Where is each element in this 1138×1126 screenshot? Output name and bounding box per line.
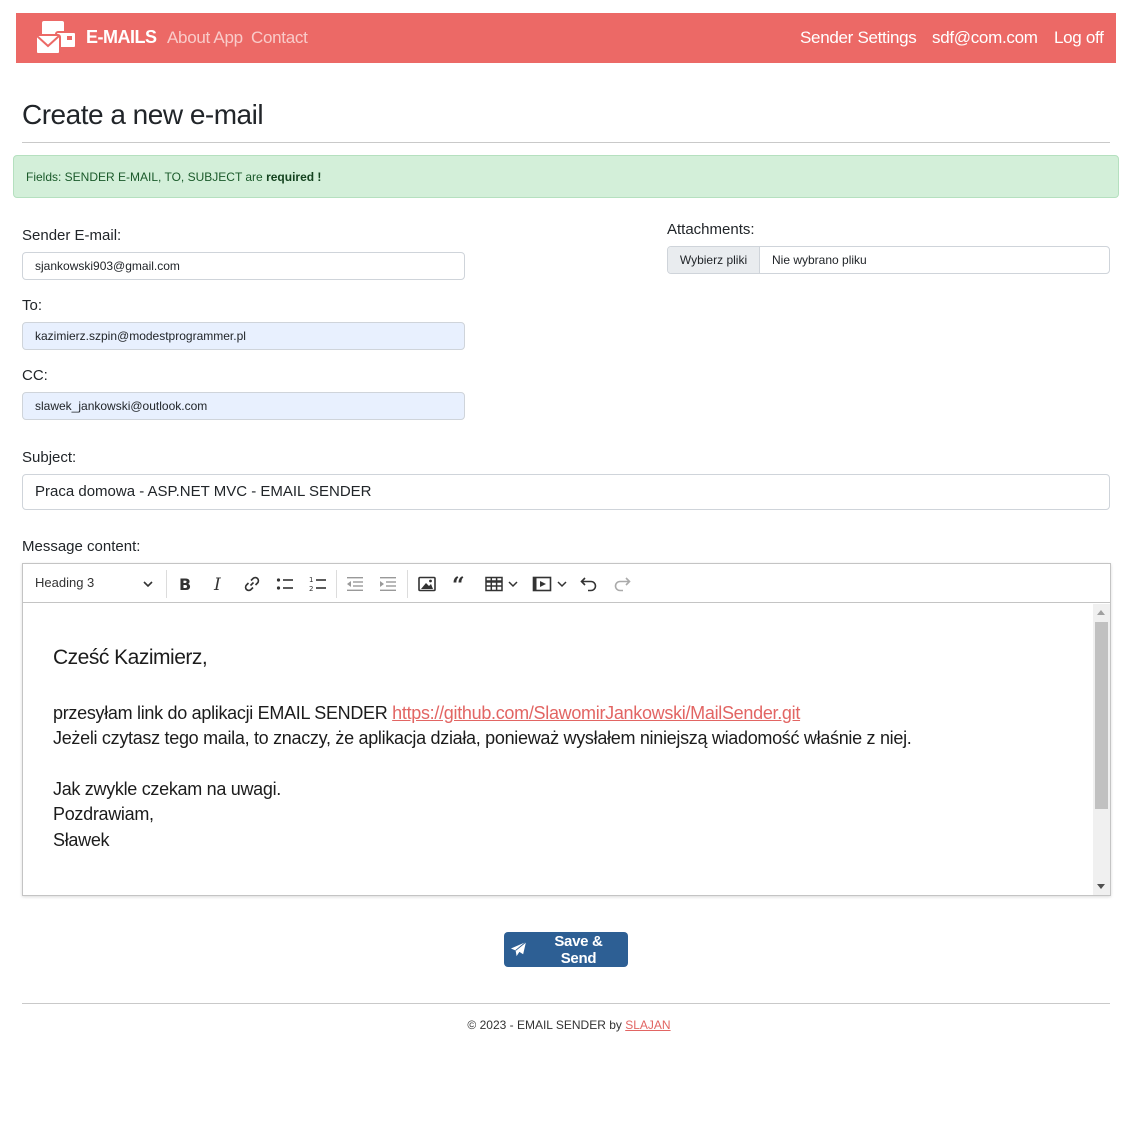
outdent-icon[interactable] <box>345 574 365 594</box>
media-dropdown-icon[interactable] <box>555 574 569 594</box>
footer-divider <box>22 1003 1110 1004</box>
redo-icon[interactable] <box>612 574 632 594</box>
toolbar-separator <box>336 570 337 598</box>
scroll-down-icon[interactable] <box>1097 884 1105 889</box>
editor-content[interactable]: Cześć Kazimierz, przesyłam link do aplik… <box>23 604 1093 895</box>
to-input[interactable]: kazimierz.szpin@modestprogrammer.pl <box>22 322 465 350</box>
footer: © 2023 - EMAIL SENDER by SLAJAN <box>0 1018 1138 1032</box>
title-divider <box>22 142 1110 143</box>
nav-about-app[interactable]: About App <box>167 28 243 48</box>
toolbar-separator <box>166 570 167 598</box>
scroll-thumb[interactable] <box>1095 622 1108 809</box>
nav-user-email[interactable]: sdf@com.com <box>932 28 1038 48</box>
numbered-list-icon[interactable]: 12 <box>308 574 328 594</box>
brand-name[interactable]: E-MAILS <box>86 27 157 48</box>
image-icon[interactable] <box>417 574 437 594</box>
alert-text: Fields: SENDER E-MAIL, TO, SUBJECT are <box>26 170 263 184</box>
blockquote-icon[interactable]: “ <box>451 573 471 599</box>
message-line-1: przesyłam link do aplikacji EMAIL SENDER… <box>53 703 800 724</box>
required-fields-alert: Fields: SENDER E-MAIL, TO, SUBJECT are r… <box>13 155 1119 198</box>
message-line-4: Pozdrawiam, <box>53 804 154 824</box>
scroll-up-icon[interactable] <box>1097 610 1105 615</box>
table-dropdown-icon[interactable] <box>506 574 520 594</box>
svg-text:I: I <box>213 575 221 594</box>
footer-text: © 2023 - EMAIL SENDER by <box>467 1018 626 1032</box>
italic-icon[interactable]: I <box>208 574 228 595</box>
sender-email-label: Sender E-mail: <box>22 227 122 244</box>
cc-label: CC: <box>22 367 48 384</box>
svg-text:“: “ <box>452 574 465 594</box>
attachments-label: Attachments: <box>667 221 755 238</box>
subject-label: Subject: <box>22 449 77 466</box>
save-and-send-button[interactable]: Save & Send <box>504 932 628 967</box>
sender-email-input[interactable]: sjankowski903@gmail.com <box>22 252 465 280</box>
editor-scrollbar[interactable] <box>1093 604 1110 895</box>
editor-toolbar: Heading 3 B I 12 “ <box>23 564 1110 603</box>
repo-link[interactable]: https://github.com/SlawomirJankowski/Mai… <box>392 703 800 723</box>
message-line-5: Sławek <box>53 830 110 850</box>
to-label: To: <box>22 297 43 314</box>
envelopes-icon[interactable] <box>35 20 78 56</box>
attachments-file-input[interactable]: Wybierz pliki Nie wybrano pliku <box>667 246 1110 274</box>
footer-author-link[interactable]: SLAJAN <box>625 1018 670 1032</box>
svg-text:B: B <box>179 575 191 594</box>
toolbar-separator <box>407 570 408 598</box>
indent-icon[interactable] <box>378 574 398 594</box>
message-content-label: Message content: <box>22 538 141 555</box>
page-title: Create a new e-mail <box>22 99 264 130</box>
undo-icon[interactable] <box>579 574 599 594</box>
nav-sender-settings[interactable]: Sender Settings <box>800 28 917 48</box>
save-and-send-label: Save & Send <box>554 932 603 967</box>
message-line-1-text: przesyłam link do aplikacji EMAIL SENDER <box>53 703 393 723</box>
message-line-3: Jak zwykle czekam na uwagi. <box>53 779 281 799</box>
table-icon[interactable] <box>484 574 504 594</box>
link-icon[interactable] <box>242 574 262 594</box>
svg-text:1: 1 <box>309 576 313 584</box>
subject-input[interactable]: Praca domowa - ASP.NET MVC - EMAIL SENDE… <box>22 474 1110 510</box>
media-icon[interactable] <box>532 574 552 594</box>
heading-select[interactable]: Heading 3 <box>35 575 94 590</box>
alert-strong: required ! <box>266 170 322 184</box>
navbar: E-MAILS About App Contact Sender Setting… <box>16 13 1116 63</box>
svg-text:2: 2 <box>309 585 313 593</box>
file-status: Nie wybrano pliku <box>772 253 867 267</box>
cc-input[interactable]: slawek_jankowski@outlook.com <box>22 392 465 420</box>
nav-log-off[interactable]: Log off <box>1054 28 1104 48</box>
paper-plane-icon <box>510 941 527 957</box>
message-heading: Cześć Kazimierz, <box>53 646 208 669</box>
message-line-2: Jeżeli czytasz tego maila, to znaczy, że… <box>53 728 912 748</box>
chevron-down-icon[interactable] <box>141 577 155 591</box>
bulleted-list-icon[interactable] <box>275 574 295 594</box>
bold-icon[interactable]: B <box>175 574 195 594</box>
rich-text-editor: Heading 3 B I 12 “ Cześć Kazimierz, prze… <box>22 563 1111 896</box>
nav-contact[interactable]: Contact <box>251 28 308 48</box>
choose-files-button[interactable]: Wybierz pliki <box>668 247 760 273</box>
